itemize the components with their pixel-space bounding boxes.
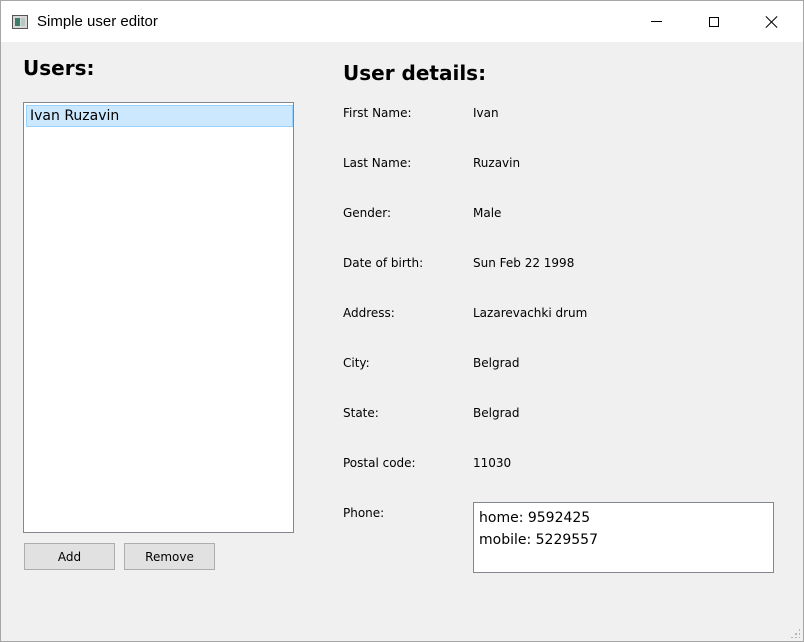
city-value: Belgrad [473,356,520,370]
app-icon [12,15,28,29]
phone-entry-mobile: mobile: 5229557 [479,532,598,548]
list-item[interactable]: Ivan Ruzavin [26,105,293,127]
postal-code-label: Postal code: [343,456,416,470]
users-heading: Users: [23,56,95,80]
address-label: Address: [343,306,395,320]
first-name-value: Ivan [473,106,499,120]
close-button[interactable] [743,1,801,42]
close-icon [765,15,779,29]
date-of-birth-label: Date of birth: [343,256,424,270]
date-of-birth-value: Sun Feb 22 1998 [473,256,575,270]
postal-code-value: 11030 [473,456,512,470]
gender-value: Male [473,206,502,220]
state-label: State: [343,406,379,420]
minimize-icon [650,21,662,22]
minimize-button[interactable] [627,1,685,42]
last-name-label: Last Name: [343,156,412,170]
add-button[interactable]: Add [24,543,115,570]
gender-label: Gender: [343,206,392,220]
maximize-icon [709,16,719,27]
window-title: Simple user editor [37,13,158,30]
user-details-heading: User details: [343,61,487,85]
resize-grip-icon[interactable] [790,628,800,638]
phone-label: Phone: [343,506,385,520]
users-list[interactable]: Ivan Ruzavin [23,102,294,533]
title-bar[interactable]: Simple user editor [1,1,803,42]
first-name-label: First Name: [343,106,412,120]
remove-button[interactable]: Remove [124,543,215,570]
last-name-value: Ruzavin [473,156,521,170]
maximize-button[interactable] [685,1,743,42]
address-value: Lazarevachki drum [473,306,588,320]
city-label: City: [343,356,370,370]
phone-list[interactable]: home: 9592425 mobile: 5229557 [473,502,774,573]
state-value: Belgrad [473,406,520,420]
phone-entry-home: home: 9592425 [479,510,591,526]
main-window: Simple user editor Users: Ivan Ruzavin A… [0,0,804,642]
